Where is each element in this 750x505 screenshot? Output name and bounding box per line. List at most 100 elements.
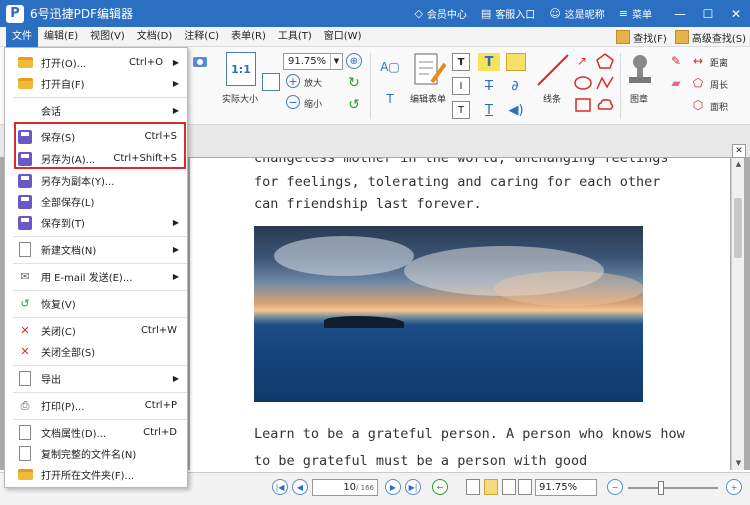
minimize-button[interactable]: — <box>666 0 694 27</box>
scroll-thumb[interactable] <box>734 198 742 258</box>
page-number-input[interactable]: 10/ 166 <box>312 479 378 496</box>
menu-item-open-from[interactable]: 打开自(F) ▶ <box>5 73 187 94</box>
highlight-text-icon[interactable]: T <box>478 53 500 71</box>
status-zoom-select[interactable]: 91.75% <box>535 479 597 496</box>
text-edit-icon[interactable]: T <box>378 87 402 111</box>
area-icon[interactable]: ⬡ <box>690 97 706 113</box>
scroll-down-icon[interactable]: ▼ <box>732 457 745 470</box>
eraser-icon[interactable]: ▰ <box>668 75 684 91</box>
menu-tools[interactable]: 工具(T) <box>272 27 318 47</box>
open-folder-icon <box>17 467 33 483</box>
app-logo-icon: P <box>6 4 24 23</box>
sound-icon[interactable]: ◀) <box>506 101 526 119</box>
menu-item-close-all[interactable]: ✕ 关闭全部(S) <box>5 341 187 362</box>
facing-page-icon[interactable] <box>502 479 516 495</box>
menu-item-session[interactable]: 会话 ▶ <box>5 100 187 121</box>
pencil-icon[interactable]: ✎ <box>668 53 684 69</box>
refresh-icon[interactable]: ↺ <box>346 97 362 113</box>
member-center-button[interactable]: ◇ 会员中心 <box>414 6 466 21</box>
menu-view[interactable]: 视图(V) <box>84 27 131 47</box>
member-center-label: 会员中心 <box>426 10 467 21</box>
save-to-icon <box>17 215 33 231</box>
ellipse-icon[interactable] <box>574 75 592 91</box>
new-document-icon <box>17 242 33 258</box>
back-icon[interactable]: ← <box>432 479 448 495</box>
continuous-page-icon[interactable] <box>484 479 498 495</box>
form-field-icon[interactable]: I <box>452 77 470 95</box>
menu-item-save-all[interactable]: 全部保存(L) <box>5 191 187 212</box>
find-button[interactable]: 查找(F) <box>616 28 667 46</box>
zoom-out-icon[interactable]: − <box>286 95 300 109</box>
menu-file[interactable]: 文件 <box>6 26 38 47</box>
menu-button[interactable]: ≡ 菜单 <box>619 6 652 21</box>
first-page-icon[interactable]: |◀ <box>272 479 288 495</box>
next-page-icon[interactable]: ▶ <box>385 479 401 495</box>
last-page-icon[interactable]: ▶| <box>405 479 421 495</box>
zoom-in-circle-icon[interactable]: + <box>726 479 742 495</box>
ribbon-zoom-select[interactable]: 91.75% ▼ <box>283 53 343 70</box>
folder-icon <box>17 76 33 92</box>
menu-document[interactable]: 文档(D) <box>131 27 179 47</box>
distance-icon[interactable]: ↔ <box>690 53 706 69</box>
zoom-in-icon[interactable]: + <box>286 74 300 88</box>
menu-item-open[interactable]: 打开(O)... Ctrl+O ▶ <box>5 52 187 73</box>
edit-form-icon[interactable] <box>412 52 446 88</box>
menu-item-restore[interactable]: ↺ 恢复(V) <box>5 293 187 314</box>
continuous-facing-icon[interactable] <box>518 479 532 495</box>
menu-item-properties[interactable]: 文档属性(D)... Ctrl+D <box>5 422 187 443</box>
close-button[interactable]: ✕ <box>722 0 750 27</box>
customer-service-button[interactable]: ▤ 客服入口 <box>481 6 535 21</box>
close-all-icon: ✕ <box>20 345 30 358</box>
menu-item-print[interactable]: ⎙ 打印(P)... Ctrl+P <box>5 395 187 416</box>
menu-item-save-copy[interactable]: 另存为副本(Y)... <box>5 170 187 191</box>
perimeter-icon[interactable]: ⬠ <box>690 75 706 91</box>
fit-page-icon[interactable] <box>262 73 280 91</box>
menu-item-copy-filename[interactable]: 复制完整的文件名(N) <box>5 443 187 464</box>
maximize-button[interactable]: ☐ <box>694 0 722 27</box>
menu-edit[interactable]: 编辑(E) <box>38 27 84 47</box>
advanced-find-icon <box>674 30 689 44</box>
arrow-tool-icon[interactable]: ↗ <box>574 53 590 69</box>
advanced-find-button[interactable]: 高级查找(S) <box>674 28 746 46</box>
user-button[interactable]: ☺ 这是昵称 <box>549 6 604 21</box>
text-box-icon[interactable]: A▢ <box>378 55 402 79</box>
polyline-icon[interactable] <box>596 75 614 91</box>
zoom-slider[interactable] <box>628 481 718 495</box>
strikeout-icon[interactable]: T <box>478 77 500 95</box>
menu-item-export[interactable]: 导出 ▶ <box>5 368 187 389</box>
single-page-icon[interactable] <box>466 479 480 495</box>
menu-comment[interactable]: 注释(C) <box>178 27 225 47</box>
vertical-scrollbar[interactable]: ▲ ▼ <box>731 158 744 470</box>
area-label: 面积 <box>710 103 729 113</box>
form-text-icon[interactable]: T <box>452 53 470 71</box>
menu-item-new-document[interactable]: 新建文档(N) ▶ <box>5 239 187 260</box>
line-tool-icon[interactable] <box>536 53 570 87</box>
actual-size-icon[interactable]: 1:1 <box>226 52 256 86</box>
menu-window[interactable]: 窗口(W) <box>318 27 368 47</box>
form-list-icon[interactable]: T <box>452 101 470 119</box>
polygon-icon[interactable] <box>596 53 614 69</box>
note-icon[interactable] <box>506 53 526 71</box>
menu-item-open-folder[interactable]: 打开所在文件夹(F)... <box>5 464 187 485</box>
zoom-tool-icon[interactable]: ⊕ <box>346 53 362 69</box>
close-tab-icon[interactable]: ✕ <box>732 144 746 158</box>
rectangle-icon[interactable] <box>574 97 592 113</box>
submenu-arrow-icon: ▶ <box>172 218 179 227</box>
menu-item-save-to[interactable]: 保存到(T) ▶ <box>5 212 187 233</box>
stamp-icon[interactable] <box>626 53 654 89</box>
menu-form[interactable]: 表单(R) <box>225 27 272 47</box>
find-label: 查找(F) <box>633 33 667 45</box>
underline-icon[interactable]: T <box>478 101 500 119</box>
total-pages: / 166 <box>356 484 374 492</box>
scroll-up-icon[interactable]: ▲ <box>732 158 745 171</box>
camera-icon[interactable] <box>192 53 208 69</box>
menu-item-close[interactable]: ✕ 关闭(C) Ctrl+W <box>5 320 187 341</box>
menu-item-email[interactable]: ✉ 用 E-mail 发送(E)... ▶ <box>5 266 187 287</box>
attachment-icon[interactable]: ∂ <box>508 77 522 95</box>
zoom-slider-knob[interactable] <box>658 481 664 495</box>
zoom-out-circle-icon[interactable]: − <box>607 479 623 495</box>
rotate-icon[interactable]: ↻ <box>346 75 362 91</box>
stamp-label: 图章 <box>630 95 649 105</box>
cloud-icon[interactable] <box>596 97 614 113</box>
prev-page-icon[interactable]: ◀ <box>292 479 308 495</box>
